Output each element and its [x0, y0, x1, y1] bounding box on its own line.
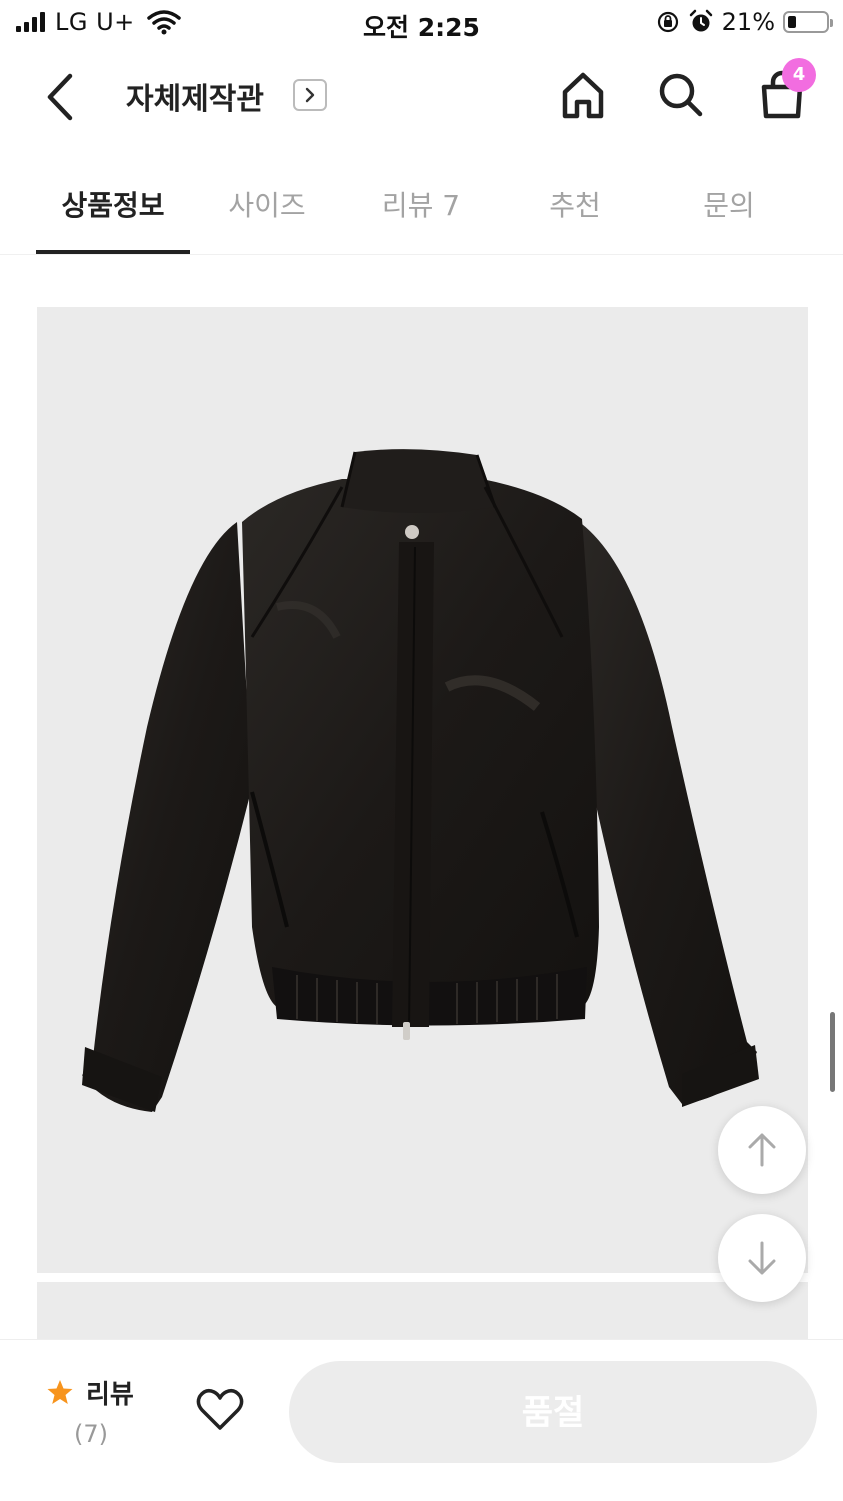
rotation-lock-icon — [657, 11, 678, 33]
battery-icon — [783, 11, 833, 33]
carrier-label: LG U+ — [55, 8, 135, 36]
battery-fill — [788, 16, 796, 28]
search-icon[interactable] — [656, 70, 704, 120]
header: 자체제작관 4 — [0, 48, 843, 148]
product-tabs: 상품정보 사이즈 리뷰 7 추천 문의 — [36, 150, 807, 254]
tab-reviews[interactable]: 리뷰 7 — [344, 150, 498, 254]
sold-out-button[interactable]: 품절 — [289, 1361, 817, 1463]
product-image-next — [37, 1282, 808, 1342]
review-label: 리뷰 — [86, 1380, 134, 1410]
tab-recommend[interactable]: 추천 — [498, 150, 652, 254]
status-bar: LG U+ 오전 2:25 21% — [0, 0, 843, 48]
tabs-divider — [0, 254, 843, 255]
back-button[interactable] — [40, 70, 84, 124]
chevron-right-icon[interactable] — [293, 79, 327, 111]
cart-count-badge: 4 — [782, 58, 816, 92]
home-icon[interactable] — [560, 70, 606, 120]
wifi-icon — [147, 10, 181, 35]
arrow-up-icon — [748, 1133, 776, 1167]
status-left: LG U+ — [16, 8, 181, 36]
battery-percent: 21% — [721, 8, 775, 36]
store-title[interactable]: 자체제작관 — [126, 74, 264, 118]
heart-icon[interactable] — [196, 1388, 244, 1432]
scroll-top-button[interactable] — [718, 1106, 806, 1194]
status-right: 21% — [656, 8, 833, 36]
star-icon — [47, 1380, 73, 1404]
leather-jacket-image — [82, 449, 759, 1112]
review-count: (7) — [74, 1420, 108, 1448]
scroll-bottom-button[interactable] — [718, 1214, 806, 1302]
tab-size[interactable]: 사이즈 — [190, 150, 344, 254]
scroll-indicator[interactable] — [830, 1012, 835, 1092]
tab-product-info[interactable]: 상품정보 — [36, 150, 190, 254]
arrow-down-icon — [748, 1241, 776, 1275]
alarm-icon — [689, 9, 712, 32]
bottom-bar: 리뷰 (7) 품절 — [0, 1339, 843, 1501]
product-image — [37, 307, 808, 1273]
tab-inquiry[interactable]: 문의 — [652, 150, 806, 254]
signal-icon — [16, 12, 45, 32]
